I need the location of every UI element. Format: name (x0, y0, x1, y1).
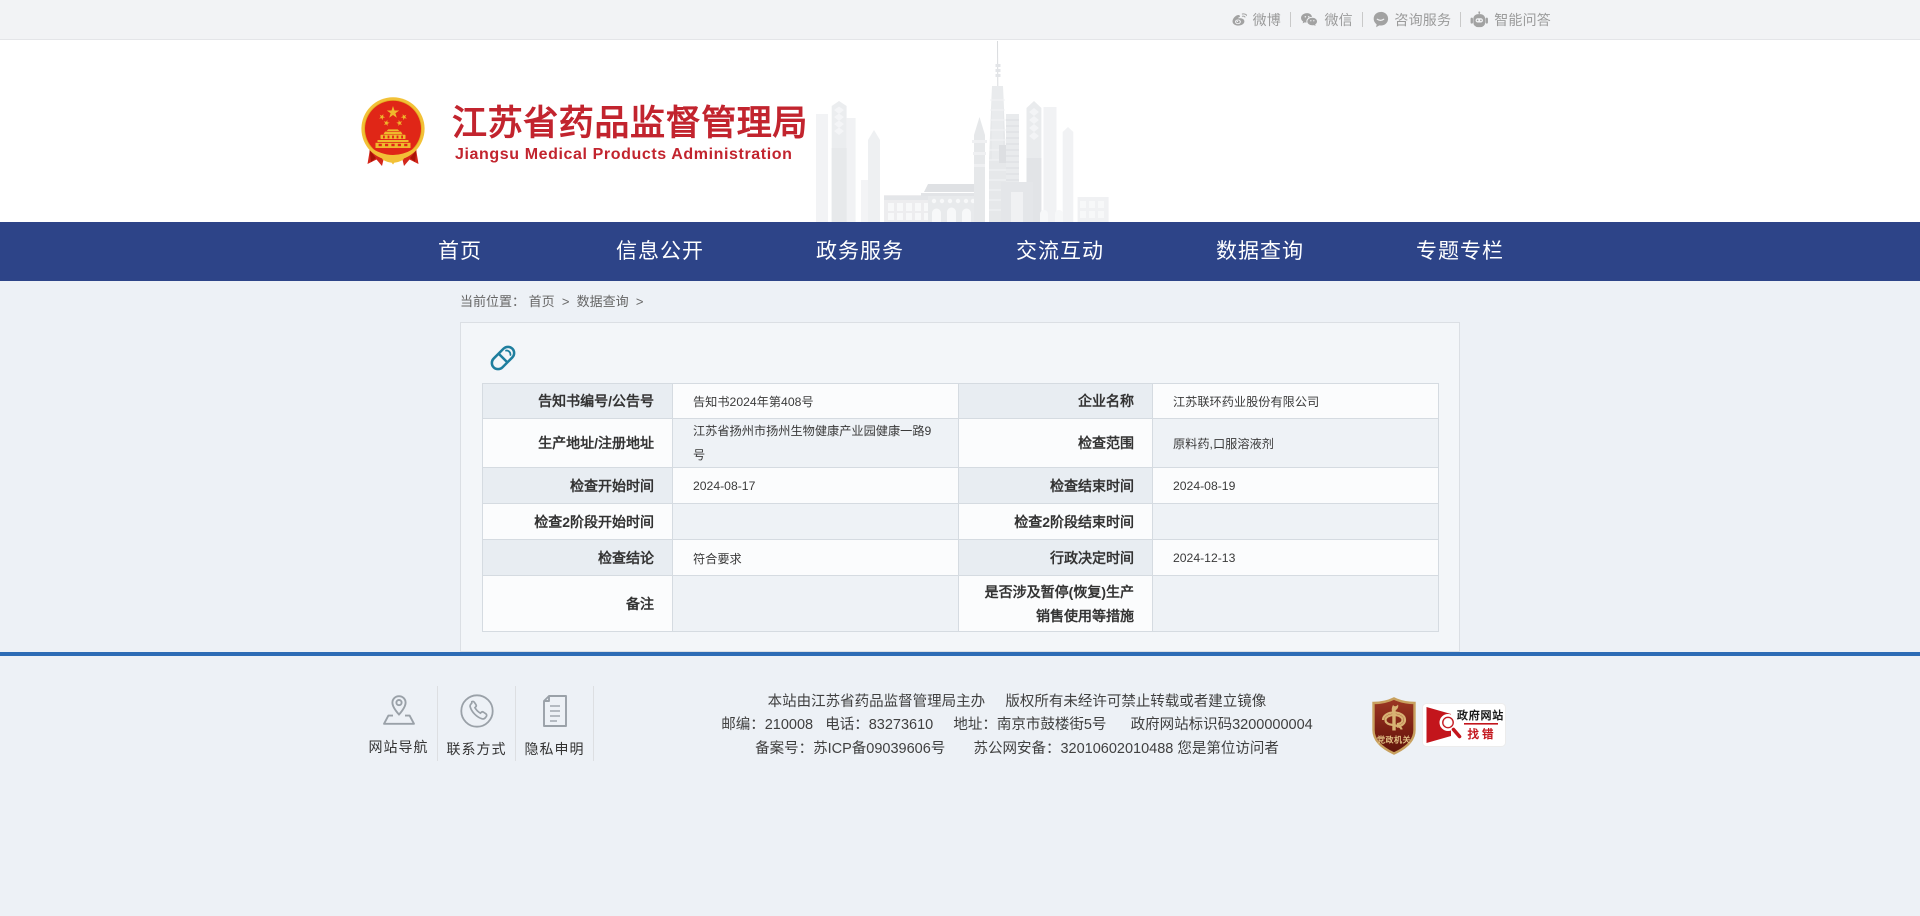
svg-text:党政机关: 党政机关 (1377, 735, 1411, 745)
svg-text:找错: 找错 (1468, 727, 1497, 741)
svg-text:政府网站: 政府网站 (1457, 708, 1504, 722)
